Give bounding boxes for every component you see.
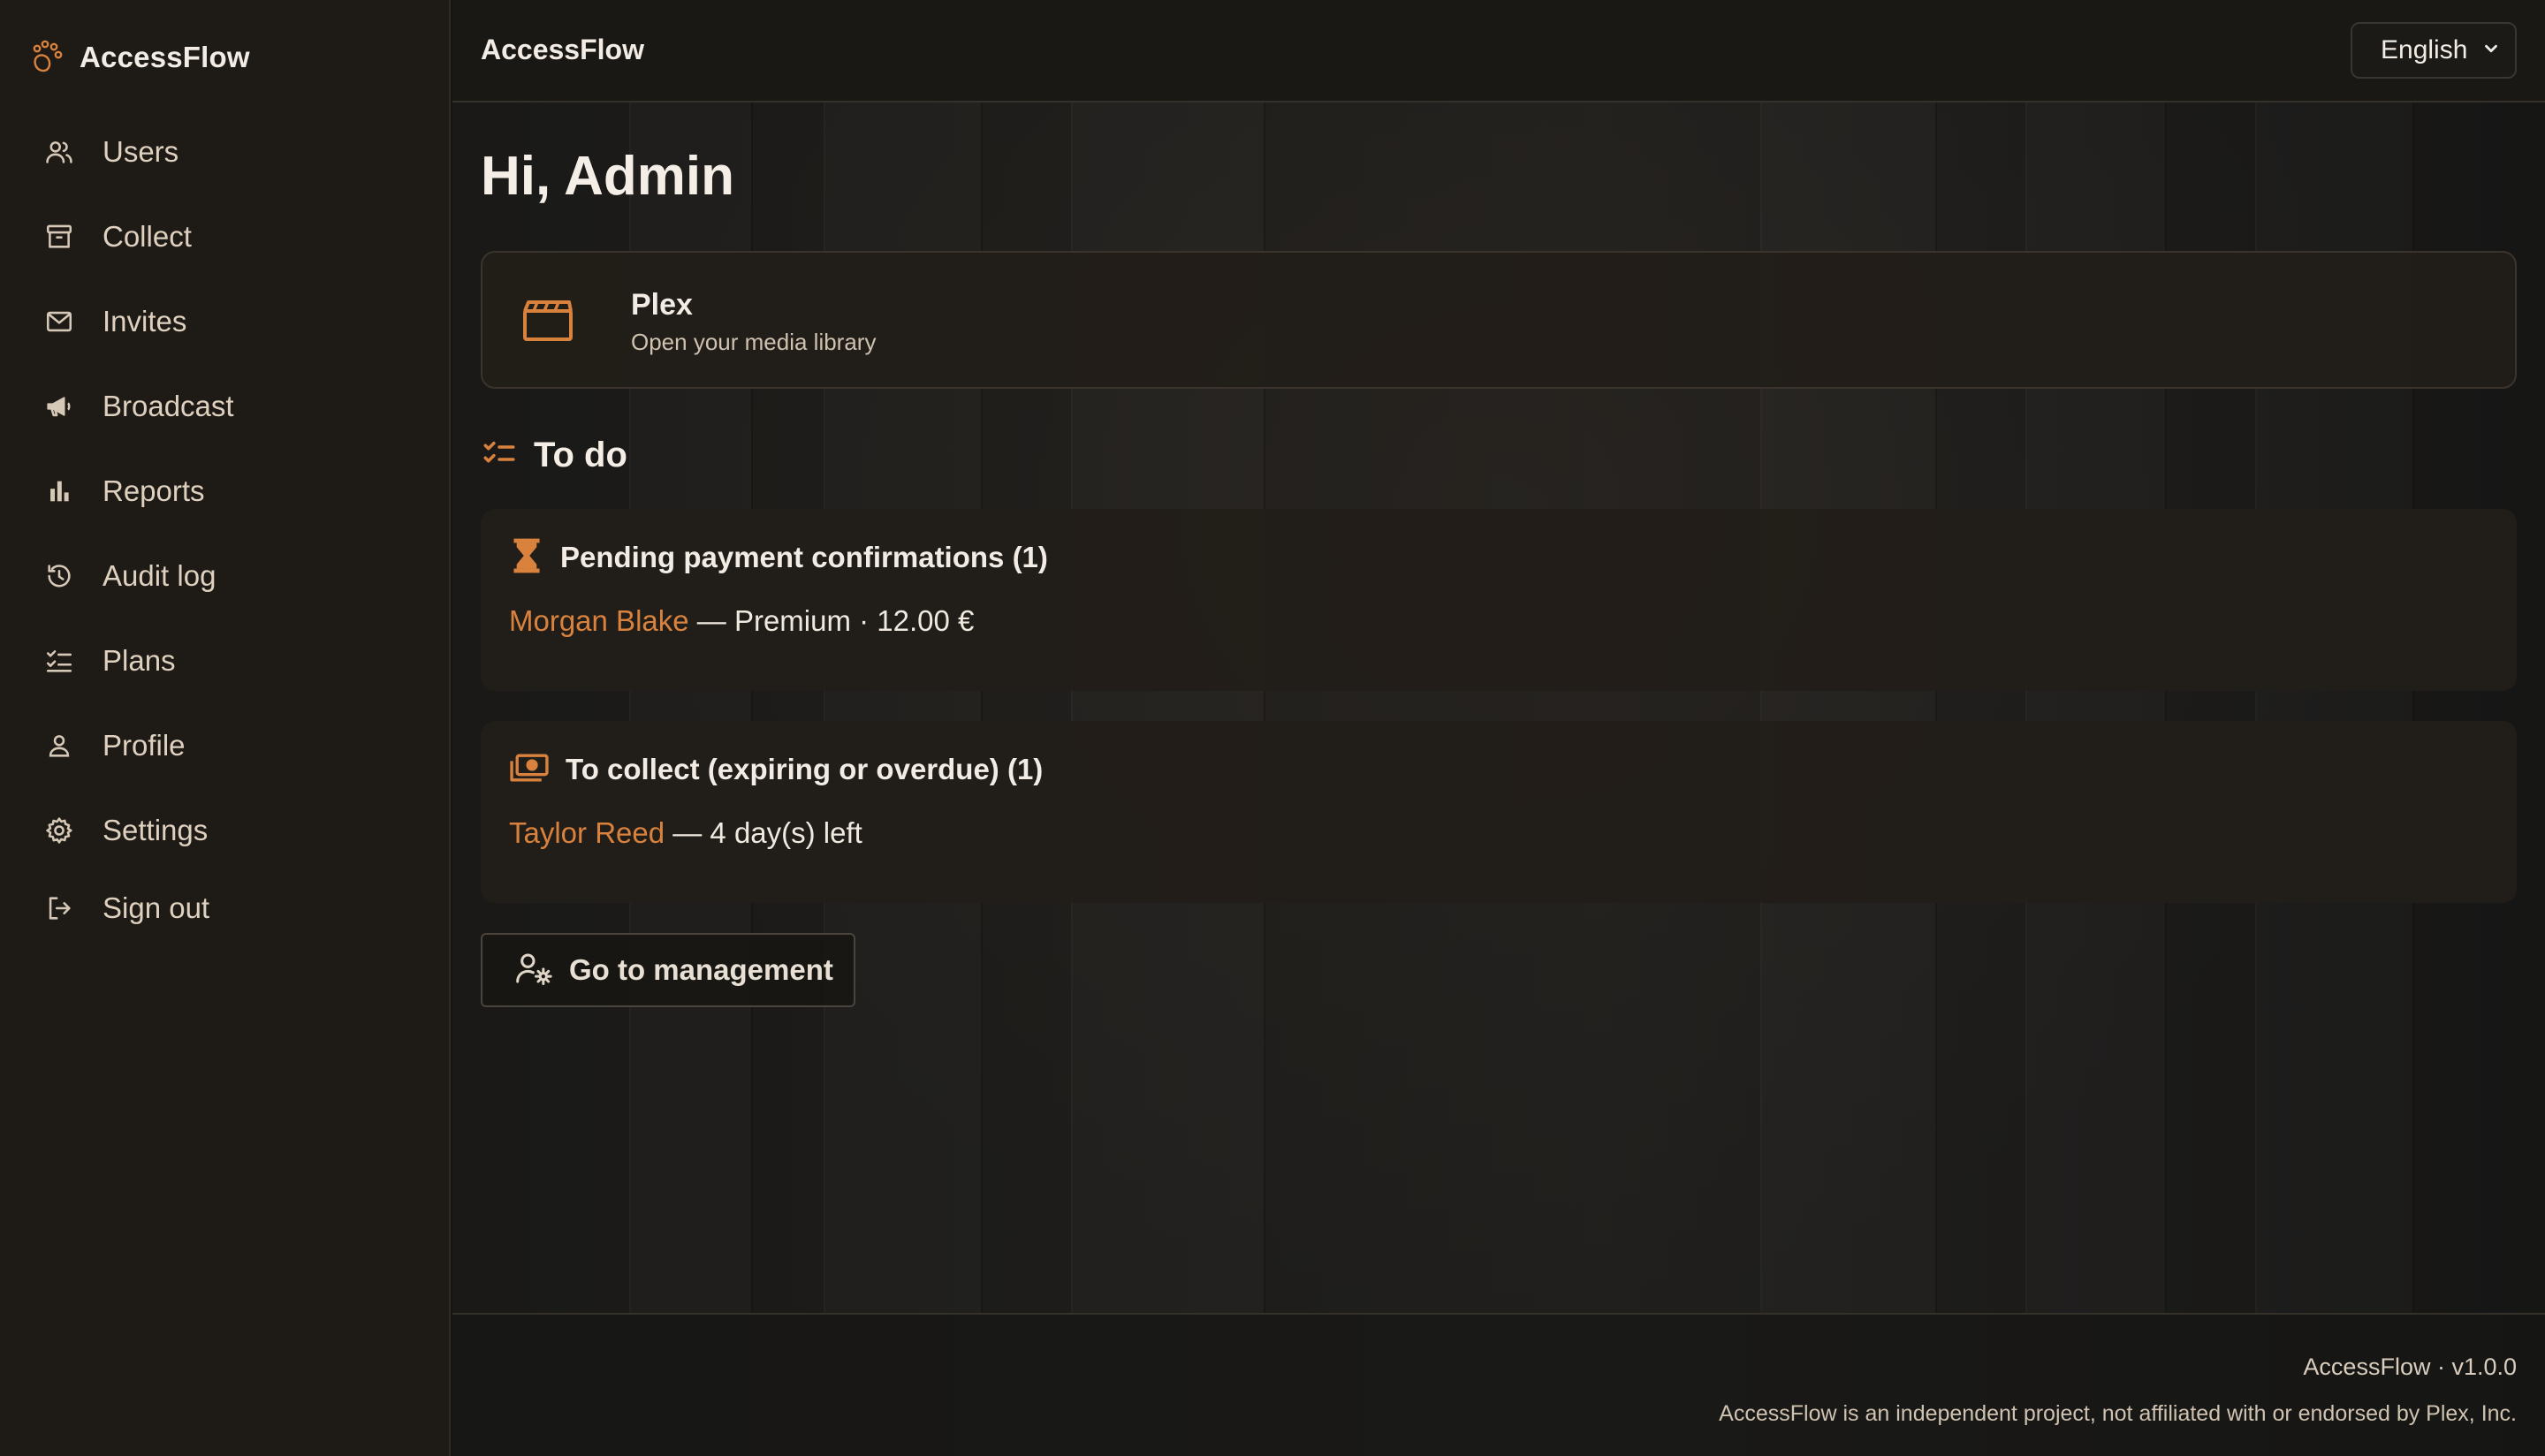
money-icon: [509, 751, 550, 789]
task-title-row: To collect (expiring or overdue) (1): [509, 749, 1043, 790]
sidebar-item-label: Collect: [103, 220, 192, 253]
main-content: AccessFlow English Hi, Admin Plex Open y…: [452, 0, 2545, 1456]
sidebar-item-settings[interactable]: Settings: [42, 806, 422, 855]
todo-heading: To do: [481, 433, 627, 477]
sidebar-item-label: Broadcast: [103, 390, 234, 422]
plex-title: Plex: [631, 288, 693, 322]
sidebar-item-audit-log[interactable]: Audit log: [42, 551, 422, 601]
paw-logo-icon: [30, 38, 64, 78]
plex-card[interactable]: Plex Open your media library: [481, 251, 2517, 389]
sidebar-item-label: Users: [103, 135, 179, 168]
task-detail: — Premium · 12.00 €: [688, 604, 975, 637]
sidebar-item-plans[interactable]: Plans: [42, 636, 422, 686]
bar-chart-icon: [42, 474, 76, 508]
language-select[interactable]: English: [2351, 22, 2517, 79]
checklist-icon: [481, 435, 518, 476]
sidebar-item-label: Reports: [103, 474, 205, 507]
sidebar: AccessFlow Users Collect Invites Broadca…: [0, 0, 451, 1456]
task-detail: — 4 day(s) left: [665, 816, 862, 849]
history-icon: [42, 559, 76, 593]
sidebar-item-label: Settings: [103, 814, 209, 846]
gear-icon: [42, 814, 76, 847]
task-line: Morgan Blake — Premium · 12.00 €: [509, 604, 974, 638]
brand-name: AccessFlow: [80, 41, 250, 73]
footer-version: AccessFlow · v1.0.0: [2303, 1354, 2517, 1380]
user-link-morgan-blake[interactable]: Morgan Blake: [509, 604, 689, 637]
checklist-icon: [42, 644, 76, 678]
user-gear-icon: [514, 951, 553, 990]
task-line: Taylor Reed — 4 day(s) left: [509, 816, 862, 850]
language-selected: English: [2381, 35, 2468, 64]
user-icon: [42, 729, 76, 762]
todo-title: To do: [534, 435, 627, 474]
sidebar-item-sign-out[interactable]: Sign out: [42, 883, 422, 933]
task-card-pending-payments: Pending payment confirmations (1) Morgan…: [481, 509, 2517, 691]
go-to-management-label: Go to management: [569, 953, 833, 986]
page-title: Hi, Admin: [481, 146, 735, 207]
chevron-down-icon: [2481, 39, 2501, 63]
mail-icon: [42, 305, 76, 338]
sidebar-item-label: Sign out: [103, 891, 210, 924]
sidebar-item-label: Profile: [103, 729, 186, 762]
plex-subtitle: Open your media library: [631, 329, 877, 355]
sidebar-item-collect[interactable]: Collect: [42, 212, 422, 262]
sidebar-item-users[interactable]: Users: [42, 127, 422, 177]
sidebar-item-broadcast[interactable]: Broadcast: [42, 382, 422, 431]
task-card-to-collect: To collect (expiring or overdue) (1) Tay…: [481, 721, 2517, 903]
sign-out-icon: [42, 891, 76, 925]
task-title: Pending payment confirmations (1): [560, 541, 1048, 573]
footer: AccessFlow · v1.0.0 AccessFlow is an ind…: [452, 1313, 2545, 1456]
header-title: AccessFlow: [481, 34, 644, 65]
sidebar-item-label: Invites: [103, 305, 187, 337]
task-title-row: Pending payment confirmations (1): [509, 537, 1048, 578]
footer-disclaimer: AccessFlow is an independent project, no…: [1719, 1401, 2517, 1426]
clapperboard-icon: [521, 299, 574, 347]
sidebar-item-reports[interactable]: Reports: [42, 466, 422, 516]
sidebar-item-label: Plans: [103, 644, 176, 677]
users-icon: [42, 135, 76, 169]
brand[interactable]: AccessFlow: [30, 37, 250, 78]
sidebar-item-label: Audit log: [103, 559, 217, 592]
go-to-management-button[interactable]: Go to management: [481, 933, 855, 1007]
user-link-taylor-reed[interactable]: Taylor Reed: [509, 816, 665, 849]
sidebar-item-invites[interactable]: Invites: [42, 297, 422, 346]
top-bar: AccessFlow English: [452, 0, 2545, 102]
archive-icon: [42, 220, 76, 254]
sidebar-item-profile[interactable]: Profile: [42, 721, 422, 770]
task-title: To collect (expiring or overdue) (1): [566, 753, 1044, 785]
hourglass-icon: [509, 537, 544, 579]
megaphone-icon: [42, 390, 76, 423]
